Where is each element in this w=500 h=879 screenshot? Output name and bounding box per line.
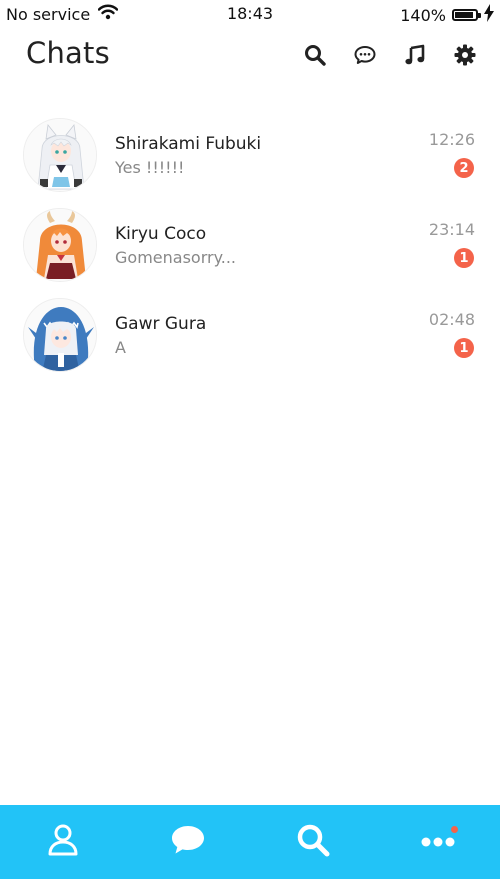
chat-name: Gawr Gura	[115, 314, 207, 334]
chat-time: 12:26	[428, 130, 475, 149]
chat-bubble-icon[interactable]	[352, 42, 378, 68]
search-icon[interactable]	[302, 42, 328, 68]
coco-avatar	[23, 208, 97, 282]
chat-row[interactable]: Shirakami Fubuki Yes !!!!!! 12:26 2	[0, 110, 500, 200]
chat-name: Shirakami Fubuki	[115, 134, 262, 154]
battery-level	[455, 12, 473, 18]
status-bar: No service 18:43 140%	[0, 0, 500, 28]
bottom-tab-bar	[0, 805, 500, 879]
chat-last-message: A	[115, 338, 126, 357]
contacts-icon	[47, 823, 79, 861]
music-note-icon[interactable]	[402, 42, 428, 68]
gura-avatar	[23, 298, 97, 372]
notification-dot	[450, 826, 458, 833]
bolt-icon	[484, 4, 494, 26]
contacts-tab[interactable]	[33, 812, 93, 872]
page-title: Chats	[26, 36, 110, 70]
search-icon	[296, 823, 330, 861]
chats-icon	[170, 824, 206, 860]
search-tab[interactable]	[283, 812, 343, 872]
chat-list: Shirakami Fubuki Yes !!!!!! 12:26 2 Kiry…	[0, 110, 500, 380]
unread-badge: 1	[454, 338, 474, 358]
header: Chats	[0, 34, 500, 78]
chat-name: Kiryu Coco	[115, 224, 207, 244]
chat-last-message: Yes !!!!!!	[115, 158, 185, 177]
chats-screen: No service 18:43 140% Chats Shirakami Fu…	[0, 0, 500, 879]
battery-percent: 140%	[400, 5, 446, 25]
gear-icon[interactable]	[452, 42, 478, 68]
chat-row[interactable]: Kiryu Coco Gomenasorry... 23:14 1	[0, 200, 500, 290]
chat-row[interactable]: Gawr Gura A 02:48 1	[0, 290, 500, 380]
more-tab[interactable]	[408, 812, 468, 872]
chat-time: 02:48	[428, 310, 475, 329]
chat-last-message: Gomenasorry...	[115, 248, 237, 267]
unread-badge: 1	[454, 248, 474, 268]
more-icon	[421, 833, 455, 852]
chat-time: 23:14	[428, 220, 475, 239]
chats-tab[interactable]	[158, 812, 218, 872]
unread-badge: 2	[454, 158, 474, 178]
fubuki-avatar	[23, 118, 97, 192]
status-right: 140%	[400, 4, 494, 26]
battery-icon	[452, 9, 481, 21]
header-actions	[302, 42, 478, 68]
